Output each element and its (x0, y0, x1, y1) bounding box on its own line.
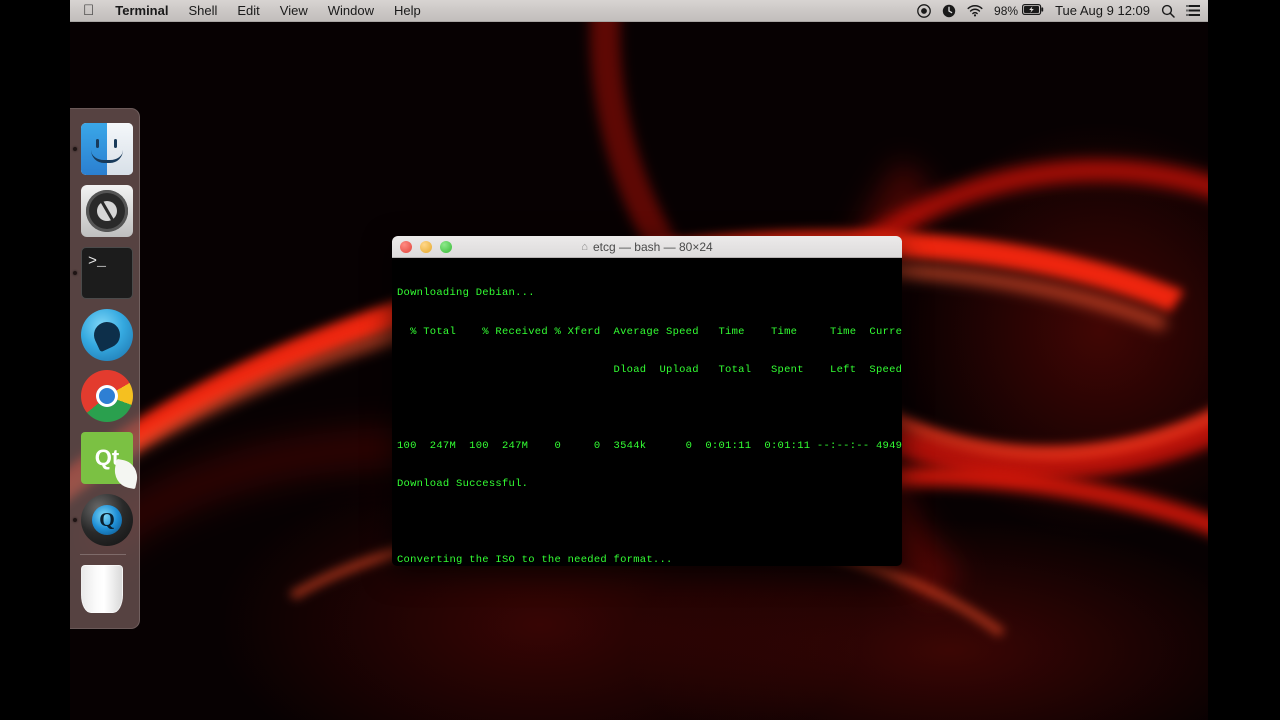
chrome-icon (81, 370, 133, 423)
menu-item-edit[interactable]: Edit (227, 0, 269, 21)
menu-bar-left:  Terminal Shell Edit View Window Help (70, 0, 431, 21)
dock-item-firefox[interactable] (70, 304, 136, 366)
notification-center-icon[interactable] (1186, 4, 1200, 17)
firefox-icon (81, 308, 133, 361)
terminal-line: Dload Upload Total Spent Left Speed (397, 363, 902, 376)
running-indicator-dot (73, 518, 77, 523)
dock-item-finder[interactable] (70, 118, 136, 180)
dock-item-chrome[interactable] (70, 366, 136, 428)
running-indicator-dot (73, 270, 77, 275)
terminal-line: Downloading Debian... (397, 287, 535, 300)
battery-status[interactable]: 98% (994, 4, 1044, 18)
dock-separator (80, 554, 126, 556)
quicktime-icon: Q (81, 494, 133, 547)
menu-bar-clock[interactable]: Tue Aug 9 12:09 (1055, 3, 1150, 18)
quicktime-icon-glyph: Q (92, 505, 122, 536)
trash-icon (80, 565, 123, 614)
system-preferences-icon (81, 184, 133, 237)
running-indicator-dot (73, 146, 77, 151)
desktop-screen:  Terminal Shell Edit View Window Help (70, 0, 1208, 720)
qt-leaf-shape (111, 459, 141, 490)
menu-item-terminal[interactable]: Terminal (105, 0, 178, 21)
dock: >_ Qt Q (70, 108, 141, 629)
apple-logo-icon[interactable]:  (70, 0, 105, 21)
battery-charging-icon (1022, 3, 1044, 18)
terminal-line: Converting the ISO to the needed format.… (397, 554, 673, 566)
menu-item-shell[interactable]: Shell (178, 0, 227, 21)
terminal-line: Download Successful. (397, 477, 529, 490)
terminal-title-bar[interactable]: ⌂ etcg — bash — 80×24 (392, 236, 902, 258)
search-icon[interactable] (1161, 4, 1175, 18)
terminal-title-text: etcg — bash — 80×24 (592, 239, 713, 254)
screen-record-icon[interactable] (917, 3, 931, 18)
dock-item-trash[interactable] (70, 558, 136, 620)
menu-bar-status-area: 98% Tue Aug 9 12:09 (917, 0, 1208, 21)
wifi-icon[interactable] (967, 4, 983, 17)
terminal-icon: >_ (81, 246, 133, 299)
menu-item-window[interactable]: Window (318, 0, 384, 21)
menu-item-help[interactable]: Help (384, 0, 431, 21)
dock-item-qt-creator[interactable]: Qt (70, 427, 141, 490)
time-machine-icon[interactable] (942, 4, 956, 18)
finder-icon (81, 122, 133, 175)
menu-item-view[interactable]: View (270, 0, 318, 21)
qt-icon: Qt (81, 432, 141, 490)
menu-bar:  Terminal Shell Edit View Window Help (70, 0, 1208, 22)
terminal-output-area[interactable]: Downloading Debian... % Total % Received… (392, 258, 902, 566)
terminal-line: % Total % Received % Xferd Average Speed… (397, 325, 902, 338)
dock-item-system-preferences[interactable] (70, 180, 136, 242)
dock-item-quicktime[interactable]: Q (70, 489, 136, 551)
home-folder-icon: ⌂ (581, 240, 588, 253)
terminal-title: ⌂ etcg — bash — 80×24 (392, 240, 902, 254)
terminal-icon-glyph: >_ (88, 252, 107, 270)
dock-item-terminal[interactable]: >_ (70, 242, 136, 304)
terminal-window[interactable]: ⌂ etcg — bash — 80×24 Downloading Debian… (392, 236, 902, 566)
battery-percent-label: 98% (994, 3, 1019, 18)
terminal-line: 100 247M 100 247M 0 0 3544k 0 0:01:11 0:… (397, 439, 902, 452)
